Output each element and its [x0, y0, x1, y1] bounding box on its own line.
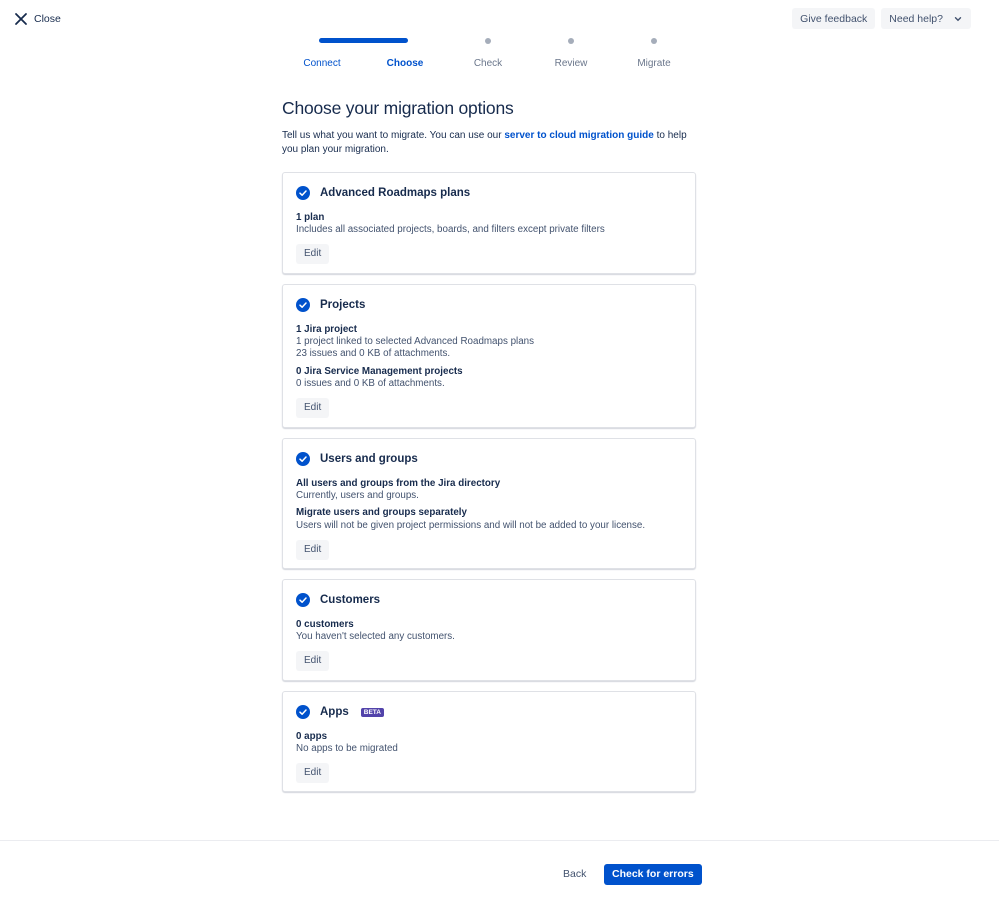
edit-button[interactable]: Edit	[296, 398, 330, 419]
check-circle-icon	[296, 452, 310, 466]
card-summary: Migrate users and groups separately	[296, 507, 467, 519]
need-help-label: Need help?	[889, 12, 943, 25]
card-projects: Projects 1 Jira project 1 project linked…	[282, 284, 696, 428]
step-label: Review	[554, 58, 588, 69]
card-detail: 23 issues and 0 KB of attachments.	[296, 348, 451, 360]
card-detail: Currently, users and groups.	[296, 490, 419, 502]
card-advanced-roadmaps: Advanced Roadmaps plans 1 plan Includes …	[282, 172, 696, 274]
card-customers: Customers 0 customers You haven't select…	[282, 579, 696, 681]
give-feedback-button[interactable]: Give feedback	[792, 8, 876, 29]
card-summary: 0 apps	[296, 731, 328, 742]
step-dot	[568, 38, 574, 44]
check-circle-icon	[296, 593, 310, 607]
card-summary: All users and groups from the Jira direc…	[296, 478, 501, 489]
footer-bar: Back Check for errors	[0, 840, 999, 903]
edit-button[interactable]: Edit	[296, 539, 330, 560]
intro-text-start: Tell us what you want to migrate. You ca…	[282, 130, 505, 141]
card-summary: 0 Jira Service Management projects	[296, 365, 463, 377]
step-label: Migrate	[637, 58, 671, 69]
intro-text: Tell us what you want to migrate. You ca…	[282, 129, 696, 157]
card-detail: Includes all associated projects, boards…	[296, 224, 605, 236]
card-title: Advanced Roadmaps plans	[320, 187, 471, 199]
edit-button[interactable]: Edit	[296, 244, 330, 265]
card-detail: Users will not be given project permissi…	[296, 519, 646, 531]
chevron-down-icon	[954, 16, 962, 21]
card-summary: 0 customers	[296, 619, 354, 630]
card-title: Customers	[320, 594, 381, 606]
step-migrate: Migrate	[612, 38, 696, 69]
step-dot	[651, 38, 657, 44]
card-apps: Apps BETA 0 apps No apps to be migrated …	[282, 691, 696, 792]
card-detail: 1 project linked to selected Advanced Ro…	[296, 336, 534, 348]
step-label: Choose	[386, 58, 424, 69]
check-circle-icon	[296, 186, 310, 200]
card-detail: 0 issues and 0 KB of attachments.	[296, 377, 445, 389]
main-content: Choose your migration options Tell us wh…	[282, 98, 696, 157]
beta-badge: BETA	[360, 707, 384, 717]
step-label: Connect	[303, 58, 341, 69]
card-summary: 1 Jira project	[296, 324, 357, 335]
progress-stepper: Connect Choose Check Review Migrate	[280, 38, 696, 74]
migration-guide-link[interactable]: server to cloud migration guide	[504, 130, 653, 141]
close-icon	[15, 13, 27, 25]
need-help-button[interactable]: Need help?	[881, 8, 971, 29]
step-dot	[485, 38, 491, 44]
card-title: Projects	[320, 299, 366, 311]
close-label: Close	[34, 13, 61, 25]
edit-button[interactable]: Edit	[296, 763, 330, 784]
step-review: Review	[529, 38, 613, 69]
step-choose: Choose	[363, 38, 447, 69]
card-summary: 1 plan	[296, 212, 325, 223]
step-check: Check	[446, 38, 530, 69]
header-actions: Give feedback Need help?	[792, 8, 971, 29]
edit-button[interactable]: Edit	[296, 651, 330, 672]
close-button[interactable]: Close	[14, 10, 61, 28]
card-detail: No apps to be migrated	[296, 743, 398, 755]
check-circle-icon	[296, 298, 310, 312]
page-title: Choose your migration options	[282, 98, 514, 118]
card-title: Apps	[320, 706, 349, 718]
back-button[interactable]: Back	[555, 864, 594, 885]
check-for-errors-button[interactable]: Check for errors	[604, 864, 702, 885]
card-users-groups: Users and groups All users and groups fr…	[282, 438, 696, 569]
card-title: Users and groups	[320, 453, 418, 465]
step-label: Check	[473, 58, 503, 69]
step-connect: Connect	[280, 38, 408, 69]
check-circle-icon	[296, 705, 310, 719]
card-detail: You haven't selected any customers.	[296, 631, 455, 643]
